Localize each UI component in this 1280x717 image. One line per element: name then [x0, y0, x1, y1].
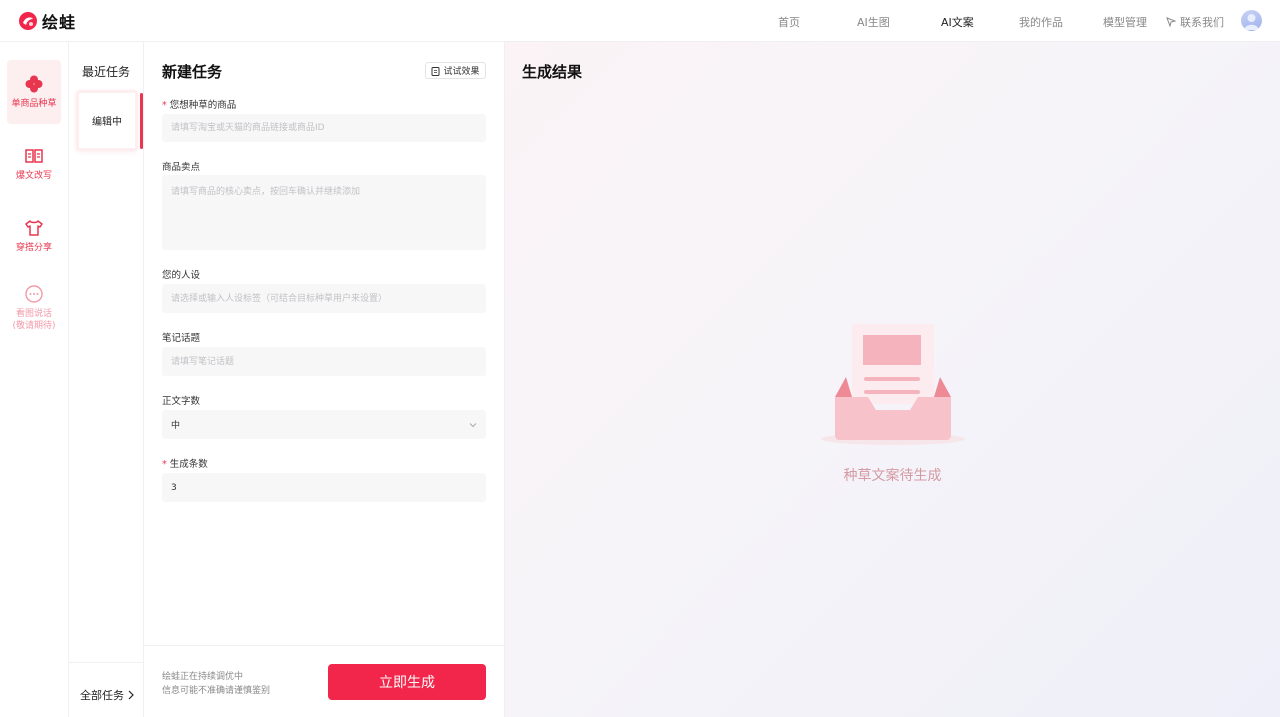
all-tasks-label: 全部任务 — [80, 689, 124, 702]
sidebar-item-label: 单商品种草 — [11, 99, 57, 109]
topic-label: 笔记话题 — [162, 333, 201, 344]
nav-home[interactable]: 首页 — [778, 14, 800, 30]
top-header: 绘蛙 首页 AI生图 AI文案 我的作品 模型管理 联系我们 — [0, 0, 1280, 42]
nav-ai-copywriting[interactable]: AI文案 — [941, 14, 974, 30]
app-logo[interactable]: 绘蛙 — [18, 10, 76, 32]
avatar[interactable] — [1241, 10, 1262, 31]
sidebar-item-label: 看图说话 — [15, 309, 52, 319]
nav-model-management[interactable]: 模型管理 — [1103, 14, 1147, 30]
nav-contact-us[interactable]: 联系我们 — [1166, 14, 1224, 30]
chevron-right-icon — [128, 690, 134, 700]
all-tasks-link[interactable]: 全部任务 — [80, 687, 135, 703]
nav-ai-image[interactable]: AI生图 — [857, 14, 890, 30]
footer-note-disclaimer: 信息可能不准确请谨慎鉴别 — [162, 686, 271, 696]
book-icon — [25, 149, 43, 163]
count-input[interactable]: 3 — [162, 473, 486, 502]
sidebar-item-label: 爆文改写 — [15, 171, 52, 181]
send-icon — [1166, 17, 1176, 27]
sidebar-item-outfit[interactable]: 穿搭分享 — [7, 218, 61, 254]
nav-my-works[interactable]: 我的作品 — [1019, 14, 1063, 30]
generate-button[interactable]: 立即生成 — [328, 664, 486, 700]
app-name: 绘蛙 — [42, 13, 77, 32]
sidebar-item-image-talk: 看图说话 (敬请期待) — [7, 284, 61, 332]
user-avatar-icon — [1244, 14, 1259, 30]
try-effect-button[interactable]: 试试效果 — [425, 62, 486, 79]
clipboard-icon — [431, 66, 440, 76]
persona-input[interactable] — [162, 284, 486, 313]
result-panel: 生成结果 种草文案待生成 — [505, 42, 1280, 717]
selling-points-textarea[interactable] — [162, 175, 486, 250]
recent-tasks-panel: 最近任务 编辑中 全部任务 — [69, 42, 144, 717]
logo-icon — [19, 12, 37, 30]
count-field-label: * 生成条数 — [162, 459, 208, 470]
sidebar-item-single-product[interactable]: 单商品种草 — [7, 60, 61, 124]
clover-icon — [25, 75, 43, 93]
feature-sidebar: 单商品种草 爆文改写 穿搭分享 看图说话 (敬请期待) — [0, 42, 69, 717]
empty-inbox-icon — [821, 324, 965, 445]
form-title: 新建任务 — [162, 63, 223, 81]
topic-input[interactable] — [162, 347, 486, 376]
sidebar-item-sublabel: (敬请期待) — [12, 321, 56, 331]
recent-tasks-footer: 全部任务 — [69, 662, 144, 717]
new-task-form: 新建任务 试试效果 *您想种草的商品 商品卖点 您的人设 笔记话题 正文字数 中… — [144, 42, 505, 717]
product-input[interactable] — [162, 114, 486, 142]
shirt-icon — [25, 220, 43, 236]
form-footer: 绘蛙正在持续调优中 信息可能不准确请谨慎鉴别 立即生成 — [144, 645, 505, 717]
persona-label: 您的人设 — [162, 270, 201, 281]
selling-points-label: 商品卖点 — [162, 162, 201, 173]
required-mark: * — [162, 459, 167, 470]
active-task-marker — [140, 93, 143, 149]
recent-tasks-title: 最近任务 — [82, 65, 131, 79]
chevron-down-icon — [469, 422, 477, 427]
try-effect-label: 试试效果 — [443, 67, 480, 77]
required-mark: * — [162, 100, 167, 111]
product-field-label: * 您想种草的商品 — [162, 100, 237, 111]
word-count-select[interactable]: 中 — [162, 410, 486, 439]
result-title: 生成结果 — [522, 63, 583, 81]
empty-state-text: 种草文案待生成 — [843, 468, 942, 484]
count-value: 3 — [171, 482, 177, 493]
sidebar-item-label: 穿搭分享 — [15, 243, 52, 253]
sidebar-item-rewrite[interactable]: 爆文改写 — [7, 146, 61, 182]
word-count-label: 正文字数 — [162, 396, 201, 407]
recent-task-card[interactable]: 编辑中 — [76, 90, 138, 151]
nav-contact-label: 联系我们 — [1180, 16, 1224, 29]
footer-note-tuning: 绘蛙正在持续调优中 — [162, 672, 244, 682]
chat-icon — [25, 285, 43, 303]
word-count-value: 中 — [171, 421, 181, 431]
recent-task-status: 编辑中 — [92, 117, 122, 128]
